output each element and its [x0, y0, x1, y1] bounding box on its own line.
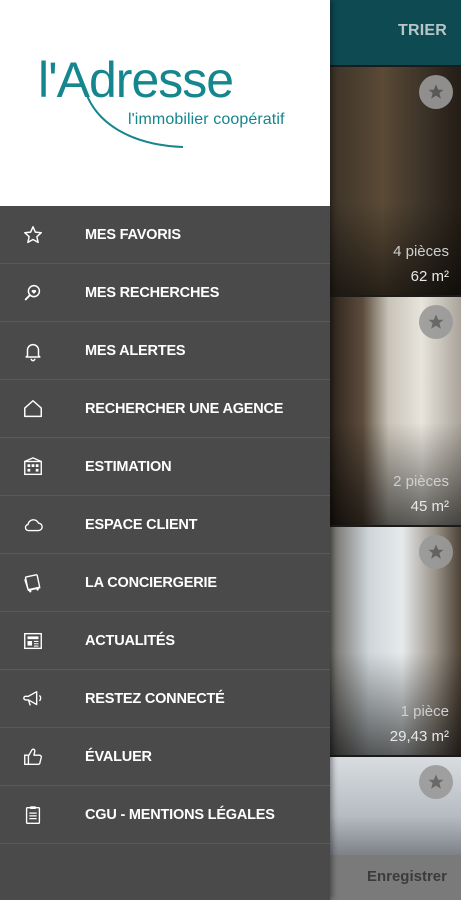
favorite-star-icon[interactable] — [419, 305, 453, 339]
concierge-icon — [21, 571, 45, 595]
menu-item-news[interactable]: ACTUALITÉS — [0, 612, 330, 670]
cloud-icon — [21, 513, 45, 537]
menu-item-label: CGU - MENTIONS LÉGALES — [85, 806, 275, 823]
menu-item-rate[interactable]: ÉVALUER — [0, 728, 330, 786]
thumbs-up-icon — [21, 745, 45, 769]
sort-button[interactable]: TRIER — [398, 22, 447, 40]
menu-item-favorites[interactable]: MES FAVORIS — [0, 206, 330, 264]
listing-area: 45 m² — [410, 498, 449, 515]
drawer-header: l'Adresse l'immobilier coopératif — [0, 0, 330, 206]
menu-item-label: ESPACE CLIENT — [85, 516, 198, 533]
clipboard-icon — [21, 803, 45, 827]
listing-card[interactable]: 2 pièces 45 m² — [330, 297, 461, 525]
menu-item-searches[interactable]: MES RECHERCHES — [0, 264, 330, 322]
brand-logo[interactable]: l'Adresse l'immobilier coopératif — [38, 55, 298, 155]
newspaper-icon — [21, 629, 45, 653]
megaphone-icon — [21, 687, 45, 711]
menu-item-label: ACTUALITÉS — [85, 632, 175, 649]
listing-rooms: 4 pièces — [393, 243, 449, 260]
menu-item-terms[interactable]: CGU - MENTIONS LÉGALES — [0, 786, 330, 844]
star-outline-icon — [21, 223, 45, 247]
listing-card[interactable] — [330, 757, 461, 855]
menu-item-client-space[interactable]: ESPACE CLIENT — [0, 496, 330, 554]
menu-item-label: ÉVALUER — [85, 748, 152, 765]
favorite-star-icon[interactable] — [419, 765, 453, 799]
listing-area: 62 m² — [410, 268, 449, 285]
drawer-menu: MES FAVORIS MES RECHERCHES MES ALERTES R… — [0, 206, 330, 844]
house-icon — [21, 397, 45, 421]
menu-item-concierge[interactable]: LA CONCIERGERIE — [0, 554, 330, 612]
brand-tagline: l'immobilier coopératif — [128, 111, 285, 128]
menu-item-alerts[interactable]: MES ALERTES — [0, 322, 330, 380]
menu-item-estimation[interactable]: ESTIMATION — [0, 438, 330, 496]
listing-area: 29,43 m² — [389, 728, 449, 745]
menu-item-label: LA CONCIERGERIE — [85, 574, 217, 591]
listing-rooms: 1 pièce — [400, 703, 449, 720]
menu-item-label: ESTIMATION — [85, 458, 172, 475]
brand-name: l'Adresse — [38, 52, 234, 108]
menu-item-label: MES RECHERCHES — [85, 284, 220, 301]
navigation-drawer: l'Adresse l'immobilier coopératif MES FA… — [0, 0, 330, 900]
favorite-star-icon[interactable] — [419, 75, 453, 109]
listing-rooms: 2 pièces — [393, 473, 449, 490]
bell-icon — [21, 339, 45, 363]
search-heart-icon — [21, 281, 45, 305]
building-icon — [21, 455, 45, 479]
save-search-button[interactable]: Enregistrer — [367, 868, 447, 885]
listing-card[interactable]: 1 pièce 29,43 m² — [330, 527, 461, 755]
menu-item-label: RESTEZ CONNECTÉ — [85, 690, 225, 707]
menu-item-find-agency[interactable]: RECHERCHER UNE AGENCE — [0, 380, 330, 438]
favorite-star-icon[interactable] — [419, 535, 453, 569]
menu-item-label: MES FAVORIS — [85, 226, 181, 243]
menu-item-label: MES ALERTES — [85, 342, 186, 359]
menu-item-label: RECHERCHER UNE AGENCE — [85, 400, 284, 417]
listing-card[interactable]: 4 pièces 62 m² — [330, 67, 461, 295]
menu-item-stay-connected[interactable]: RESTEZ CONNECTÉ — [0, 670, 330, 728]
